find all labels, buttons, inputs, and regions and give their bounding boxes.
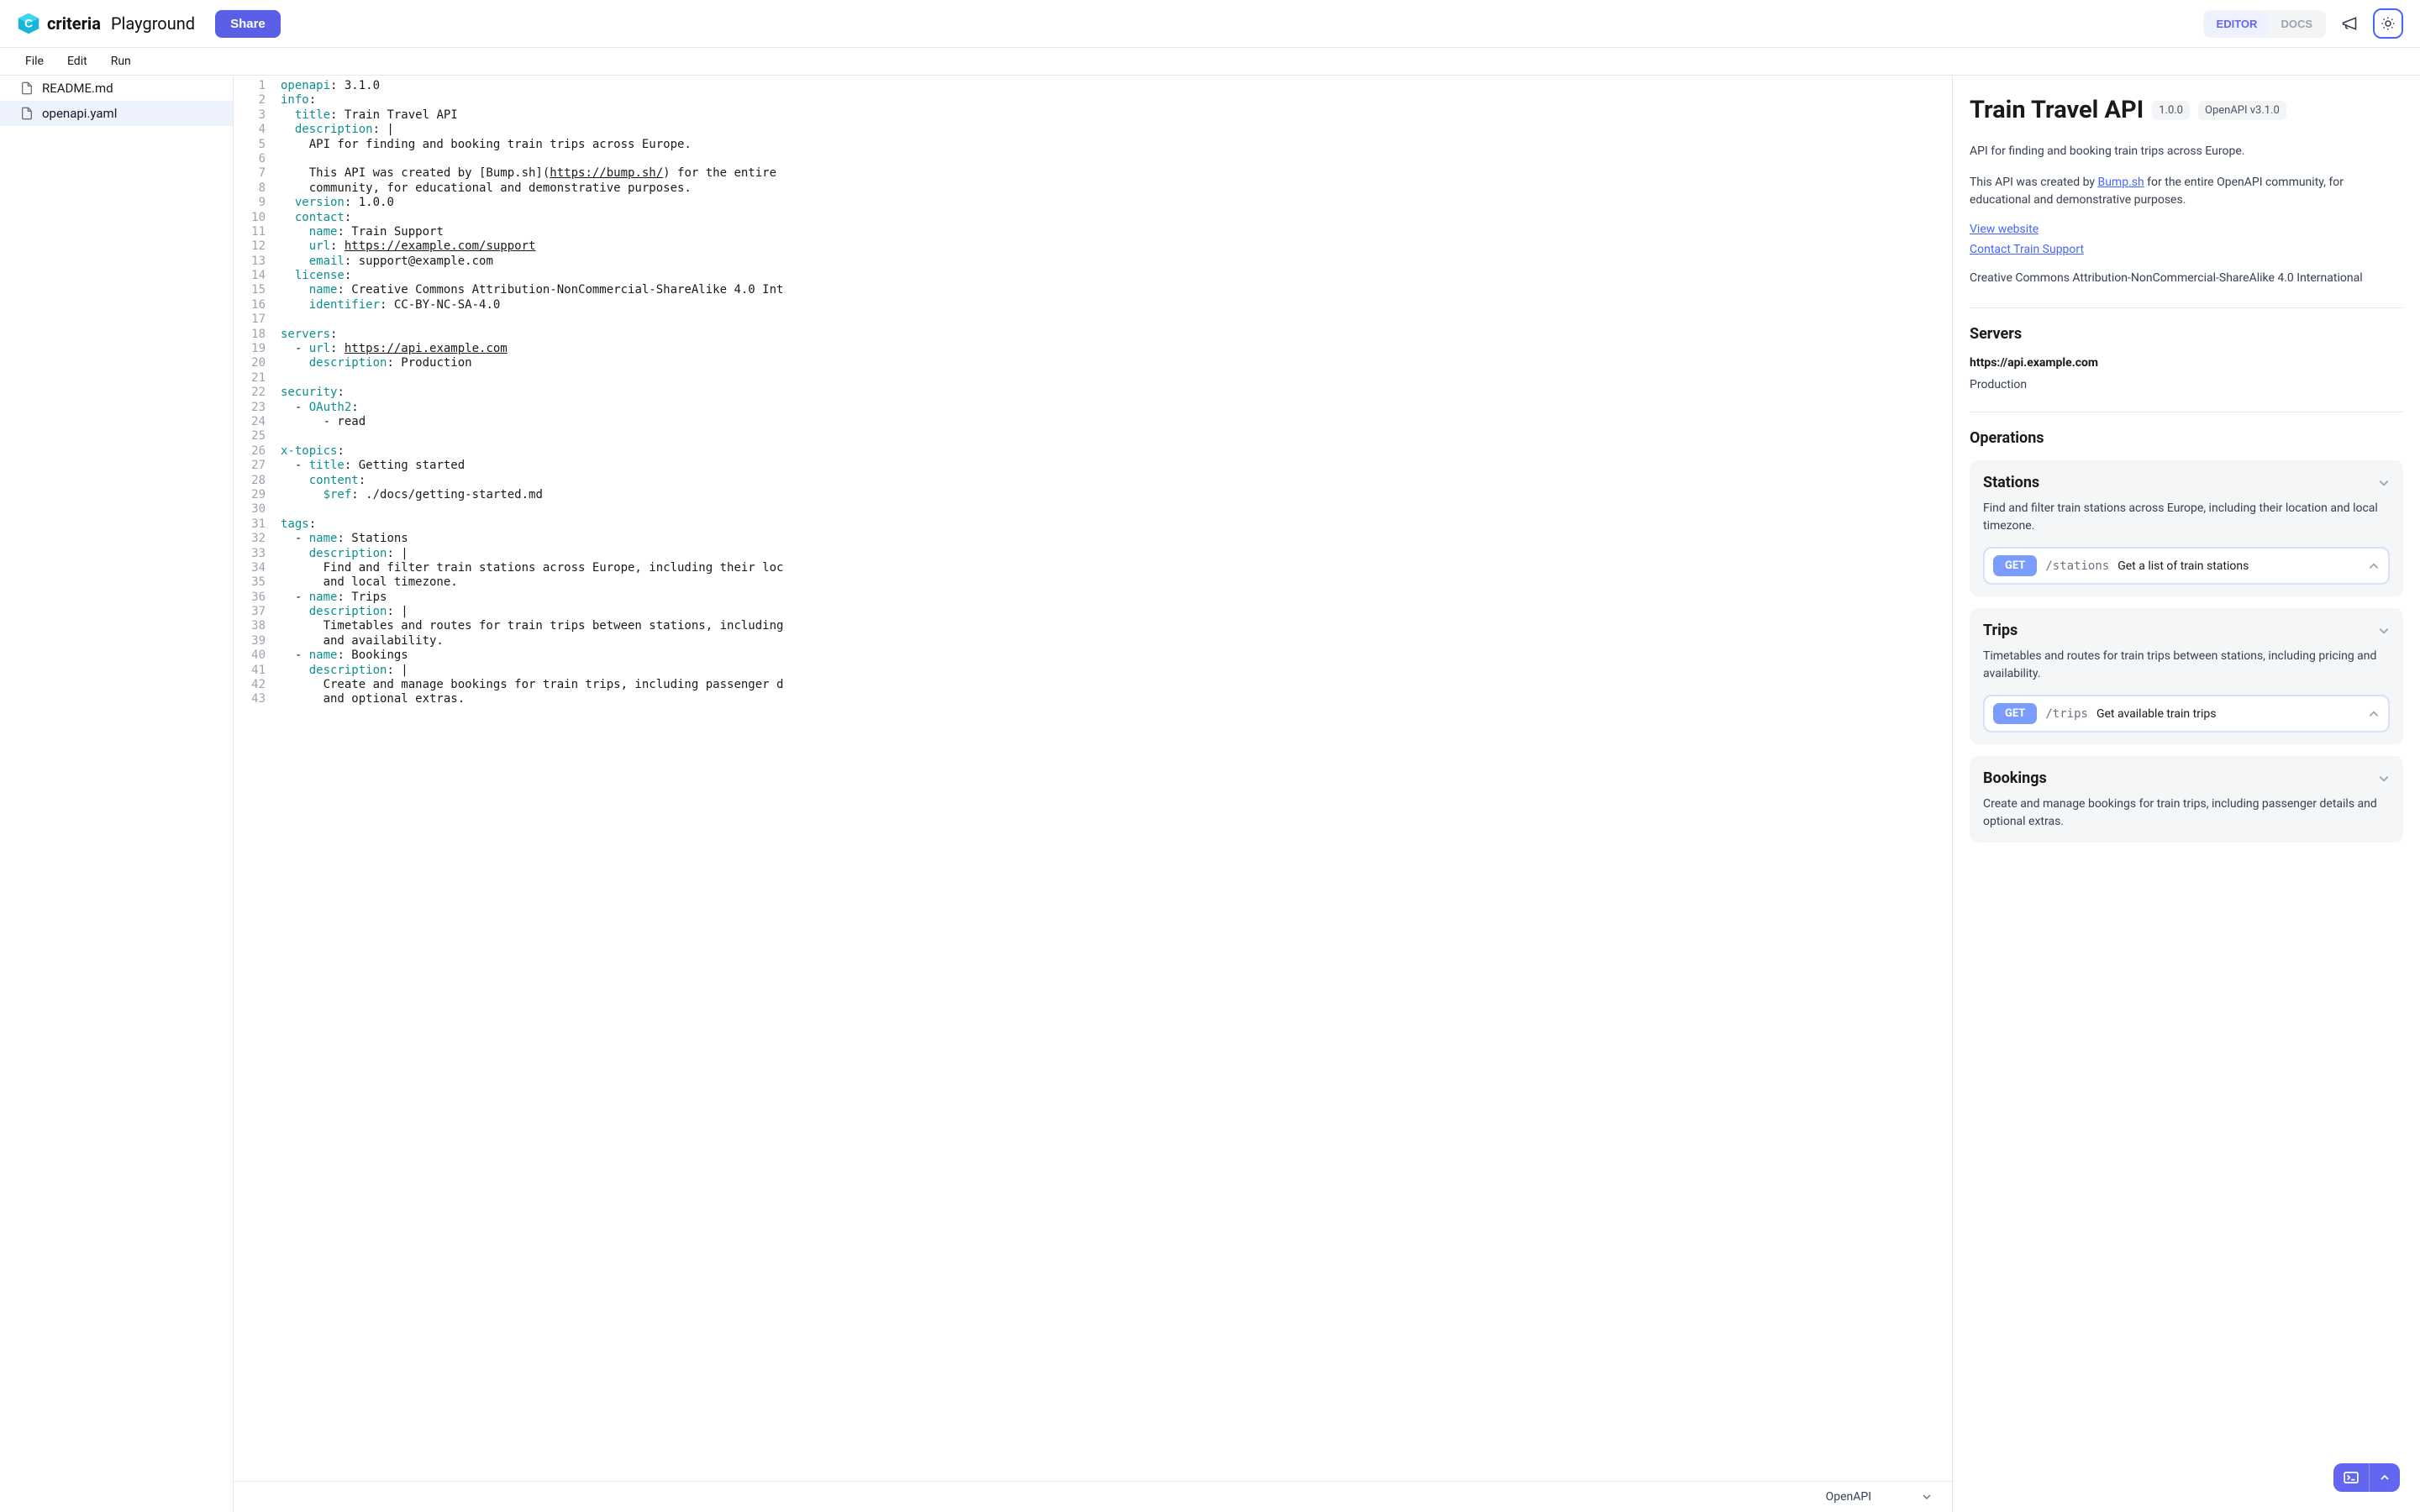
api-title: Train Travel API — [1970, 96, 2144, 124]
editor-pane: 1234567891011121314151617181920212223242… — [234, 76, 1953, 1512]
menubar: File Edit Run — [0, 48, 2420, 76]
op-group-title[interactable]: Trips — [1983, 622, 2018, 639]
terminal-icon — [2344, 1472, 2359, 1483]
terminal-float-button[interactable] — [2333, 1463, 2400, 1492]
menu-run[interactable]: Run — [111, 55, 131, 68]
http-method: GET — [1993, 703, 2037, 724]
chevron-up-icon[interactable] — [2368, 708, 2380, 720]
endpoint-summary: Get a list of train stations — [2118, 559, 2360, 573]
endpoint-path: /trips — [2045, 707, 2088, 721]
tab-editor[interactable]: EDITOR — [2205, 12, 2270, 36]
header: C criteria Playground Share EDITOR DOCS — [0, 0, 2420, 48]
version-badge: 1.0.0 — [2152, 101, 2190, 120]
announce-button[interactable] — [2334, 8, 2365, 39]
endpoint-row[interactable]: GET/stations Get a list of train stations — [1983, 547, 2390, 585]
contact-link[interactable]: Contact Train Support — [1970, 243, 2084, 256]
server-desc: Production — [1970, 378, 2403, 391]
menu-edit[interactable]: Edit — [67, 55, 87, 68]
file-name: openapi.yaml — [42, 106, 117, 121]
endpoint-row[interactable]: GET/trips Get available train trips — [1983, 695, 2390, 732]
chevron-down-icon[interactable] — [2378, 773, 2390, 785]
endpoint-path: /stations — [2045, 559, 2109, 573]
code-content[interactable]: openapi: 3.1.0info: title: Train Travel … — [281, 76, 1952, 1481]
operation-group: Stations Find and filter train stations a… — [1970, 460, 2403, 596]
share-button[interactable]: Share — [215, 10, 281, 38]
chevron-up-icon — [2380, 1473, 2390, 1483]
license-text: Creative Commons Attribution-NonCommerci… — [1970, 270, 2403, 287]
chevron-down-icon[interactable] — [2378, 625, 2390, 637]
view-website-link[interactable]: View website — [1970, 223, 2039, 236]
code-editor[interactable]: 1234567891011121314151617181920212223242… — [234, 76, 1952, 1481]
op-group-title[interactable]: Bookings — [1983, 769, 2047, 787]
theme-toggle[interactable] — [2373, 8, 2403, 39]
file-item[interactable]: README.md — [0, 76, 233, 101]
op-group-title[interactable]: Stations — [1983, 474, 2039, 491]
svg-text:C: C — [24, 16, 33, 29]
chevron-down-icon[interactable] — [2378, 477, 2390, 489]
line-gutter: 1234567891011121314151617181920212223242… — [234, 76, 281, 1481]
op-group-desc: Timetables and routes for train trips be… — [1983, 648, 2390, 683]
op-group-desc: Create and manage bookings for train tri… — [1983, 795, 2390, 831]
editor-footer: OpenAPI — [234, 1481, 1952, 1512]
tab-docs[interactable]: DOCS — [2269, 12, 2324, 36]
view-tabs: EDITOR DOCS — [2203, 10, 2326, 38]
file-sidebar: README.md openapi.yaml — [0, 76, 234, 1512]
docs-pane: Train Travel API 1.0.0 OpenAPI v3.1.0 AP… — [1953, 76, 2420, 1512]
bump-link[interactable]: Bump.sh — [2097, 174, 2144, 192]
endpoint-summary: Get available train trips — [2096, 707, 2360, 721]
intro-2: This API was created by Bump.sh for the … — [1970, 174, 2403, 209]
http-method: GET — [1993, 555, 2037, 576]
operation-group: Trips Timetables and routes for train tri… — [1970, 608, 2403, 744]
brand-name: criteria — [47, 13, 101, 34]
brand-sub: Playground — [111, 13, 195, 34]
operations-heading: Operations — [1970, 429, 2403, 447]
logo-icon: C — [17, 12, 40, 35]
file-item[interactable]: openapi.yaml — [0, 101, 233, 126]
operation-group: Bookings Create and manage bookings for t… — [1970, 756, 2403, 843]
server-url: https://api.example.com — [1970, 356, 2403, 370]
menu-file[interactable]: File — [25, 55, 44, 68]
file-name: README.md — [42, 81, 113, 96]
chevron-down-icon — [1922, 1492, 1932, 1502]
spec-badge: OpenAPI v3.1.0 — [2198, 101, 2286, 120]
logo: C criteria Playground — [17, 12, 195, 35]
file-icon — [20, 81, 34, 95]
intro-1: API for finding and booking train trips … — [1970, 143, 2403, 160]
chevron-up-icon[interactable] — [2368, 560, 2380, 572]
servers-heading: Servers — [1970, 325, 2403, 343]
file-icon — [20, 107, 34, 120]
sun-icon — [2381, 16, 2396, 31]
op-group-desc: Find and filter train stations across Eu… — [1983, 500, 2390, 535]
megaphone-icon — [2341, 15, 2358, 32]
language-select[interactable]: OpenAPI — [1826, 1490, 1871, 1504]
intro-2-pre: This API was created by — [1970, 176, 2097, 189]
